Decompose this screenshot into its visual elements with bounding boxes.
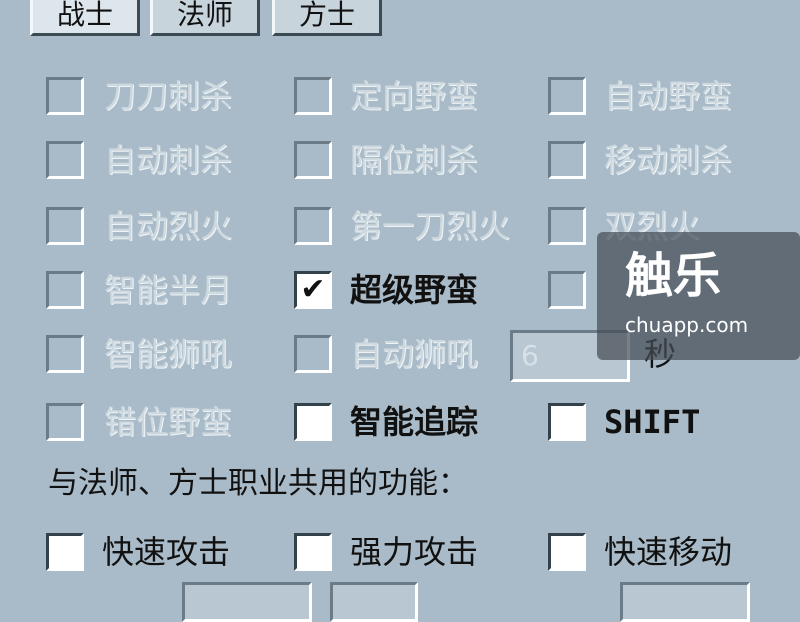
tab-taoist[interactable]: 方士 xyxy=(272,0,382,36)
checkbox-smart-roar[interactable] xyxy=(46,335,84,373)
label-power-attack: 强力攻击 xyxy=(350,533,479,571)
checkbox-shift[interactable] xyxy=(548,403,586,441)
checkbox-fast-attack[interactable] xyxy=(46,533,84,571)
checkbox-first-blade-flame[interactable] xyxy=(294,207,332,245)
tab-warrior[interactable]: 战士 xyxy=(30,0,140,36)
label-directed-charge: 定向野蛮 xyxy=(350,77,479,115)
checkbox-power-attack[interactable] xyxy=(294,533,332,571)
label-auto-roar: 自动狮吼 xyxy=(350,335,479,373)
label-fast-attack: 快速攻击 xyxy=(102,533,231,571)
label-fast-move: 快速移动 xyxy=(604,533,733,571)
bottom-field-1[interactable] xyxy=(182,582,312,622)
options-row-1: 刀刀刺杀 定向野蛮 自动野蛮 xyxy=(0,76,800,140)
label-super-charge: 超级野蛮 xyxy=(350,271,479,309)
checkbox-auto-thrust[interactable] xyxy=(46,141,84,179)
checkbox-blade-thrust[interactable] xyxy=(46,77,84,115)
checkbox-fast-move[interactable] xyxy=(548,533,586,571)
watermark: 触乐 chuapp.com xyxy=(597,232,800,360)
bottom-field-2[interactable] xyxy=(330,582,418,622)
watermark-logo: 触乐 xyxy=(625,248,722,304)
checkbox-obscured-option[interactable] xyxy=(548,271,586,309)
checkbox-auto-charge[interactable] xyxy=(548,77,586,115)
checkbox-directed-charge[interactable] xyxy=(294,77,332,115)
label-offset-charge: 错位野蛮 xyxy=(104,403,233,441)
label-blade-thrust: 刀刀刺杀 xyxy=(104,77,233,115)
checkbox-double-flame[interactable] xyxy=(548,207,586,245)
bottom-field-3[interactable] xyxy=(620,582,750,622)
label-auto-thrust: 自动刺杀 xyxy=(104,141,233,179)
watermark-url: chuapp.com xyxy=(625,313,749,337)
label-first-blade-flame: 第一刀烈火 xyxy=(350,207,511,245)
label-move-thrust: 移动刺杀 xyxy=(604,141,733,179)
label-smart-halfmoon: 智能半月 xyxy=(104,271,233,309)
checkbox-auto-roar[interactable] xyxy=(294,335,332,373)
checkbox-auto-flame[interactable] xyxy=(46,207,84,245)
checkmark-icon: ✔ xyxy=(300,272,326,307)
label-shift: SHIFT xyxy=(604,403,701,441)
checkbox-super-charge[interactable]: ✔ xyxy=(294,271,332,309)
checkbox-smart-track[interactable] xyxy=(294,403,332,441)
checkbox-smart-halfmoon[interactable] xyxy=(46,271,84,309)
tab-mage[interactable]: 法师 xyxy=(150,0,260,36)
options-row-2: 自动刺杀 隔位刺杀 移动刺杀 xyxy=(0,140,800,204)
label-smart-roar: 智能狮吼 xyxy=(104,335,233,373)
label-smart-track: 智能追踪 xyxy=(350,403,479,441)
shared-features-title: 与法师、方士职业共用的功能： xyxy=(48,466,468,501)
label-gap-thrust: 隔位刺杀 xyxy=(350,141,479,179)
options-row-6: 错位野蛮 智能追踪 SHIFT xyxy=(0,402,800,466)
label-auto-charge: 自动野蛮 xyxy=(604,77,733,115)
checkbox-gap-thrust[interactable] xyxy=(294,141,332,179)
label-auto-flame: 自动烈火 xyxy=(104,207,233,245)
checkbox-offset-charge[interactable] xyxy=(46,403,84,441)
checkbox-move-thrust[interactable] xyxy=(548,141,586,179)
